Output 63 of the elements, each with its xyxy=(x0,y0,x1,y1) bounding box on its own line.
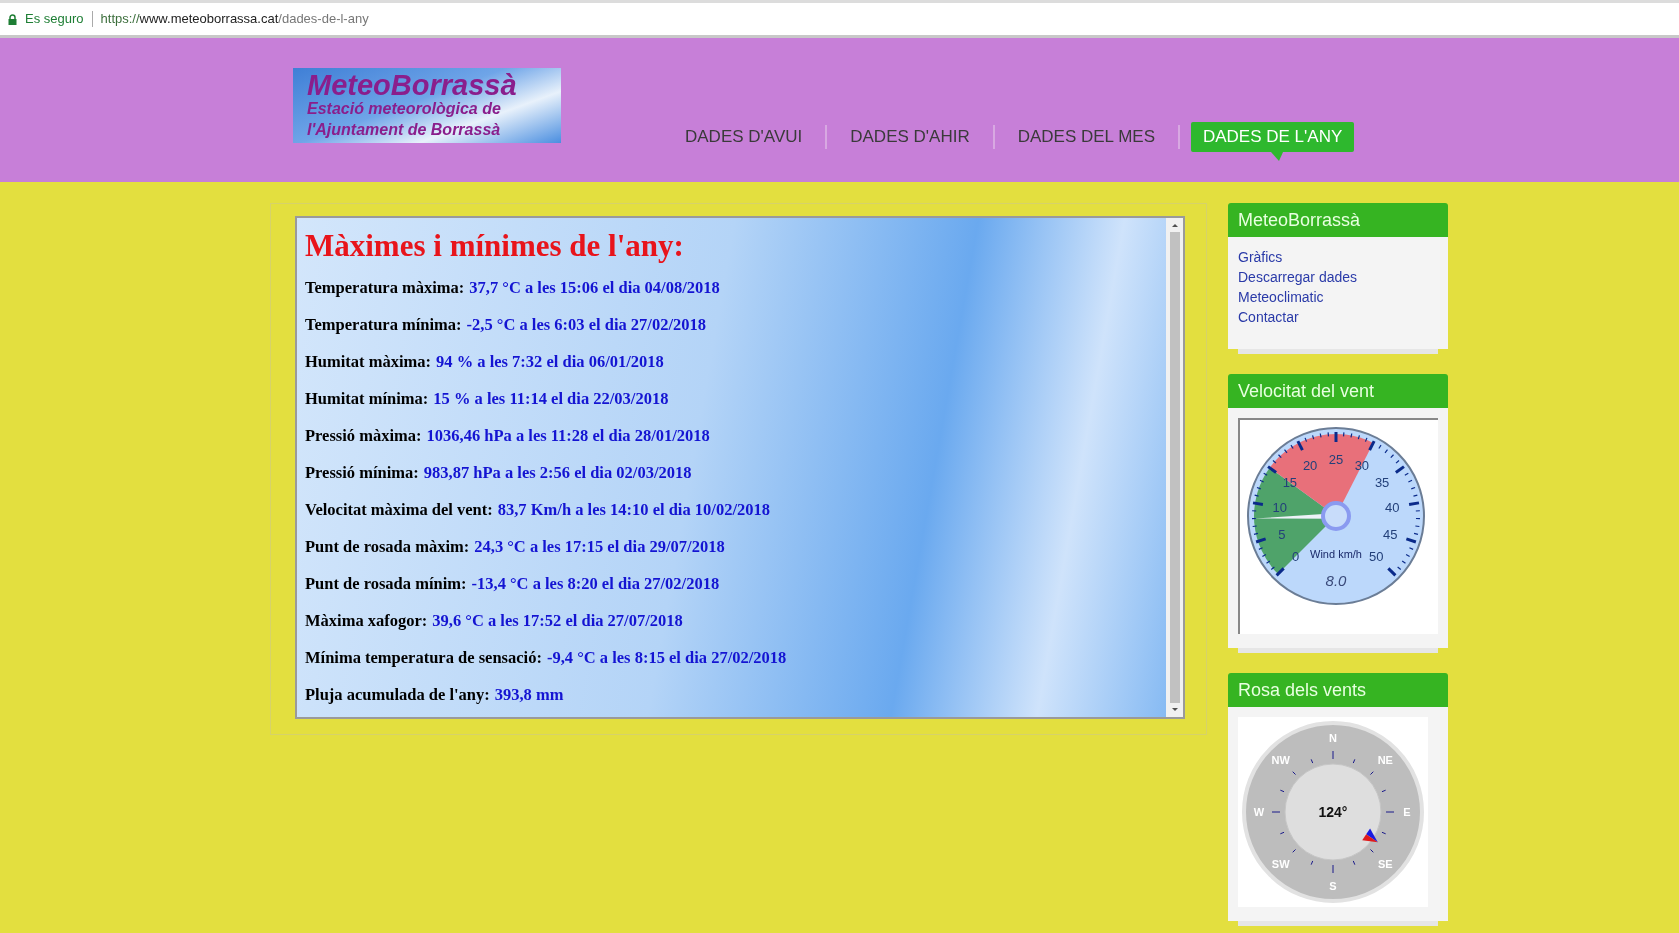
page-heading: Màximes i mínimes de l'any: xyxy=(305,228,685,264)
gauge-hub xyxy=(1321,501,1351,531)
data-value: 983,87 hPa a les 2:56 el dia 02/03/2018 xyxy=(423,463,692,483)
compass-direction: S xyxy=(1329,880,1337,892)
nav-tab[interactable]: DADES D'AHIR xyxy=(838,122,982,152)
data-value: 94 % a les 7:32 el dia 06/01/2018 xyxy=(436,352,664,372)
security-status: Es seguro xyxy=(25,10,84,29)
wind-direction-reading: 124° xyxy=(1318,804,1348,820)
data-label: Pluja acumulada de l'any: xyxy=(305,685,490,705)
nav-tab[interactable]: DADES DEL MES xyxy=(1005,122,1167,152)
lock-icon xyxy=(8,13,17,25)
widget-header: MeteoBorrassà xyxy=(1228,203,1448,237)
data-label: Punt de rosada mínim: xyxy=(305,574,467,594)
gauge-scale-label: 5 xyxy=(1278,526,1286,542)
widget-header: Rosa dels vents xyxy=(1228,673,1448,707)
scrollbar[interactable] xyxy=(1166,218,1183,717)
gauge-scale-label: 20 xyxy=(1302,458,1318,474)
data-value: 83,7 Km/h a les 14:10 el dia 10/02/2018 xyxy=(497,500,770,520)
widget-header: Velocitat del vent xyxy=(1228,374,1448,408)
compass-direction: NE xyxy=(1377,753,1393,766)
gauge-scale-label: 50 xyxy=(1369,549,1384,565)
gauge-scale-label: 25 xyxy=(1328,452,1344,467)
address-bar[interactable]: Es seguro https://www.meteoborrassa.cat/dades-de-l-any xyxy=(0,0,1679,38)
data-value: -9,4 °C a les 8:15 el dia 27/02/2018 xyxy=(546,648,787,668)
data-value: -13,4 °C a les 8:20 el dia 27/02/2018 xyxy=(471,574,720,594)
sidebar-link[interactable]: Gràfics xyxy=(1238,247,1283,267)
data-value: -2,5 °C a les 6:03 el dia 27/02/2018 xyxy=(466,315,706,335)
data-label: Pressió màxima: xyxy=(305,426,422,446)
compass-direction: N xyxy=(1329,732,1337,744)
compass-direction: SW xyxy=(1271,858,1290,871)
tab-pointer xyxy=(1270,152,1283,161)
data-label: Màxima xafogor: xyxy=(305,611,428,631)
data-label: Humitat mínima: xyxy=(305,389,429,409)
compass-direction: NW xyxy=(1271,753,1290,766)
nav-tab[interactable]: DADES D'AVUI xyxy=(673,122,815,152)
data-value: 37,7 °C a les 15:06 el dia 04/08/2018 xyxy=(469,278,720,298)
data-value: 393,8 mm xyxy=(494,685,564,705)
data-value: 15 % a les 11:14 el dia 22/03/2018 xyxy=(433,389,669,409)
compass-direction: W xyxy=(1253,806,1265,818)
gauge-scale-label: 40 xyxy=(1385,500,1400,516)
data-label: Humitat màxima: xyxy=(305,352,432,372)
sidebar-link[interactable]: Contactar xyxy=(1238,307,1299,327)
data-label: Punt de rosada màxim: xyxy=(305,537,470,557)
sidebar-link[interactable]: Meteoclimatic xyxy=(1238,287,1324,307)
data-label: Temperatura mínima: xyxy=(305,315,462,335)
gauge-scale-label: 35 xyxy=(1374,475,1390,491)
gauge-scale-label: 45 xyxy=(1383,526,1398,542)
compass-direction: E xyxy=(1403,806,1411,818)
data-label: Temperatura màxima: xyxy=(305,278,465,298)
data-value: 39,6 °C a les 17:52 el dia 27/07/2018 xyxy=(432,611,683,631)
wind-direction-arrow xyxy=(1362,828,1378,843)
data-label: Mínima temperatura de sensació: xyxy=(305,648,542,668)
site-logo[interactable]: MeteoBorrassà Estació meteorològica de l'Ajuntament de Borrassà xyxy=(293,68,561,143)
sidebar-link[interactable]: Descarregar dades xyxy=(1238,267,1358,287)
gauge-scale-label: 10 xyxy=(1272,500,1287,516)
gauge-unit-label: Wind km/h xyxy=(1310,548,1362,560)
compass-direction: SE xyxy=(1378,858,1393,871)
gauge-reading: 8.0 xyxy=(1325,572,1347,589)
url-text[interactable]: https://www.meteoborrassa.cat/dades-de-l-any xyxy=(100,9,369,29)
data-value: 1036,46 hPa a les 11:28 el dia 28/01/2018 xyxy=(426,426,710,446)
data-label: Velocitat màxima del vent: xyxy=(305,500,493,520)
data-value: 24,3 °C a les 17:15 el dia 29/07/2018 xyxy=(474,537,725,557)
data-label: Pressió mínima: xyxy=(305,463,419,483)
